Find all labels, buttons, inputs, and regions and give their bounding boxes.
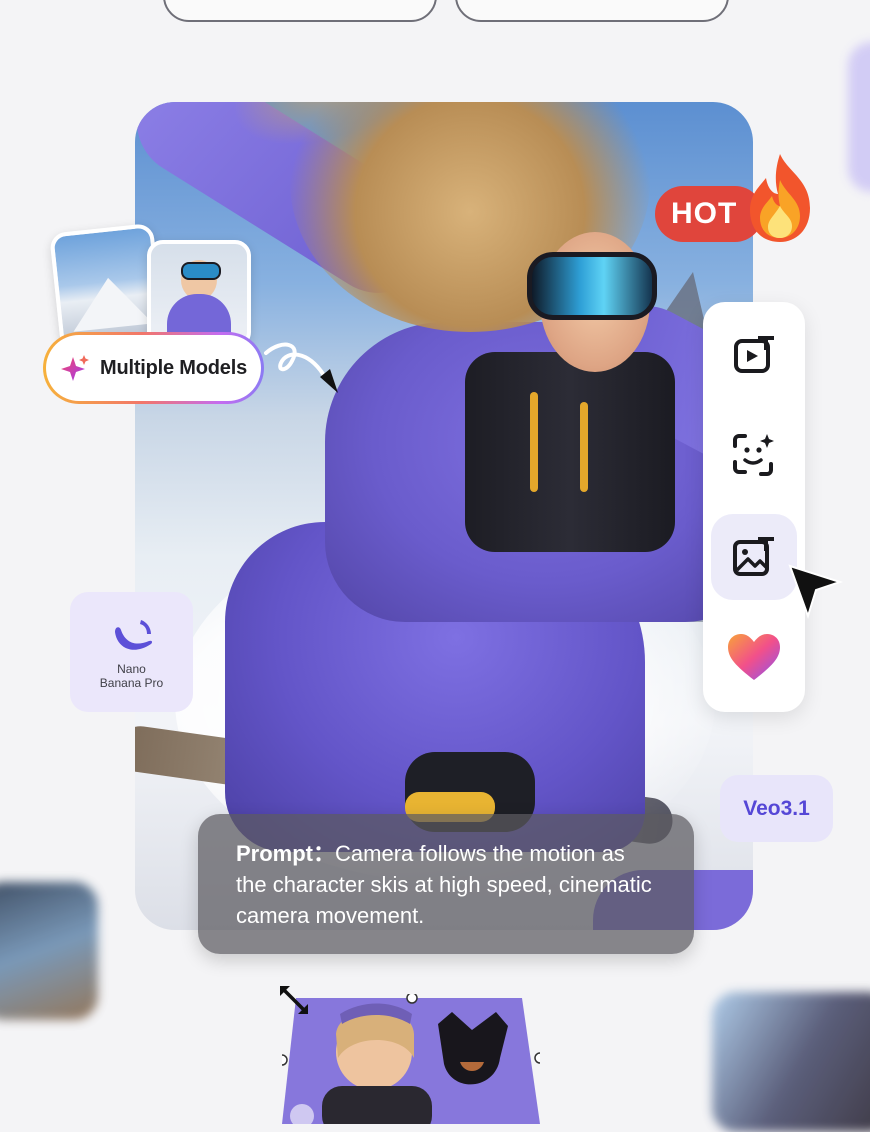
background-thumbnail-bottom-right — [712, 992, 870, 1132]
top-option-button-right[interactable] — [455, 0, 729, 22]
video-text-tool-button[interactable] — [711, 312, 797, 398]
image-text-tool-button[interactable] — [711, 514, 797, 600]
nano-label-line1: Nano — [117, 662, 146, 676]
prompt-label: Prompt： — [236, 841, 336, 866]
tool-sidebar — [703, 302, 805, 712]
multiple-models-badge[interactable]: Multiple Models — [43, 332, 264, 404]
nano-banana-pro-model-card[interactable]: Nano Banana Pro — [70, 592, 193, 712]
mouse-cursor-icon — [788, 564, 844, 620]
nano-label-line2: Banana Pro — [99, 676, 164, 690]
editable-image-card[interactable] — [282, 994, 540, 1124]
banana-icon — [114, 620, 152, 650]
background-thumbnail-top-right — [848, 42, 870, 192]
face-sparkle-tool-button[interactable] — [711, 412, 797, 498]
flame-icon — [750, 154, 810, 242]
sparkle-icon — [61, 355, 89, 381]
prompt-box: Prompt：Camera follows the motion as the … — [198, 814, 694, 954]
video-text-icon — [734, 336, 774, 373]
resize-handle-icon[interactable] — [276, 982, 312, 1018]
hot-badge-label: HOT — [671, 197, 738, 230]
face-sparkle-icon — [733, 434, 774, 476]
background-thumbnail-left — [0, 882, 98, 1020]
multiple-models-label: Multiple Models — [100, 356, 248, 379]
top-option-button-left[interactable] — [163, 0, 437, 22]
veo-model-badge[interactable]: Veo3.1 — [720, 775, 833, 842]
veo-label: Veo3.1 — [743, 796, 810, 820]
heart-icon — [728, 634, 780, 680]
heart-tool-button[interactable] — [711, 614, 797, 700]
curved-arrow-icon — [264, 342, 338, 393]
image-text-icon — [733, 537, 774, 576]
